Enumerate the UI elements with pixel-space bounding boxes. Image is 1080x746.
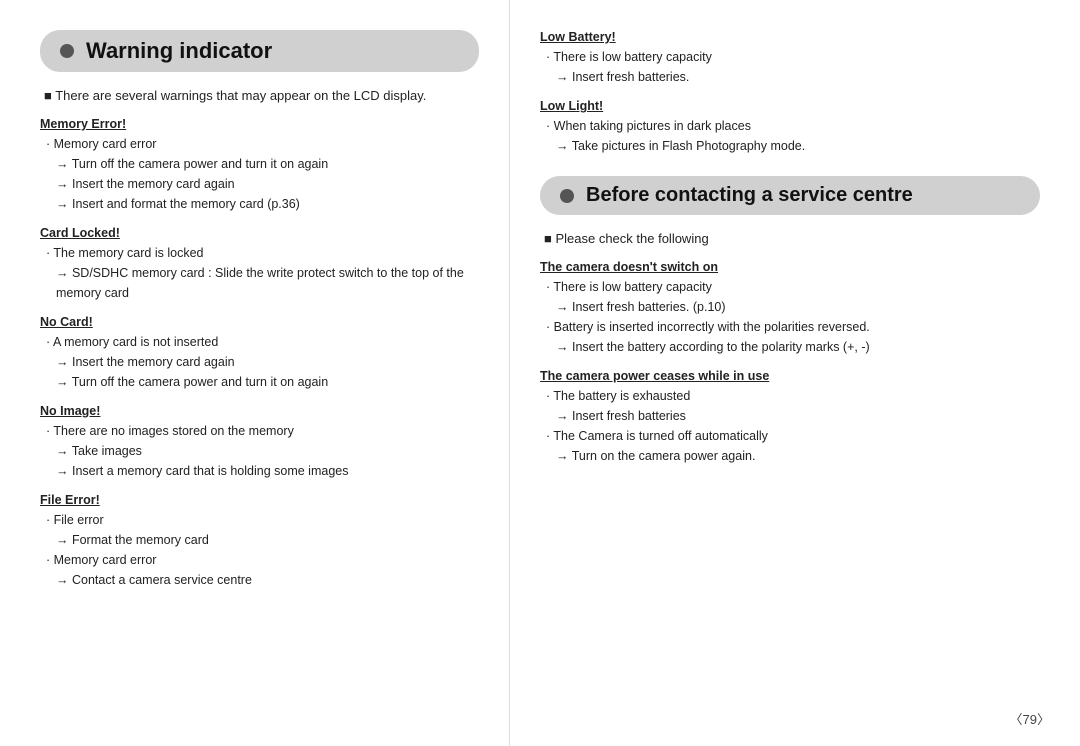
error-item: → Insert fresh batteries. (p.10) xyxy=(540,297,1040,317)
error-title: The camera doesn't switch on xyxy=(540,260,1040,274)
error-item: → Insert and format the memory card (p.3… xyxy=(40,194,479,214)
error-block: No Image! There are no images stored on t… xyxy=(40,404,479,481)
error-item: → Take pictures in Flash Photography mod… xyxy=(540,136,1040,156)
error-item: There is low battery capacity xyxy=(540,47,1040,67)
error-block: The camera power ceases while in use The … xyxy=(540,369,1040,466)
error-title: Card Locked! xyxy=(40,226,479,240)
error-item: → Turn on the camera power again. xyxy=(540,446,1040,466)
error-title: Low Battery! xyxy=(540,30,1040,44)
error-block: Card Locked! The memory card is locked→ S… xyxy=(40,226,479,303)
error-item: → Insert the memory card again xyxy=(40,174,479,194)
error-item: File error xyxy=(40,510,479,530)
error-item: → Contact a camera service centre xyxy=(40,570,479,590)
right-column: Low Battery! There is low battery capacit… xyxy=(510,0,1080,746)
service-header-dot xyxy=(560,189,574,203)
page-number: 〈79〉 xyxy=(1010,709,1050,728)
error-item: The memory card is locked xyxy=(40,243,479,263)
error-item: The battery is exhausted xyxy=(540,386,1040,406)
warning-title: Warning indicator xyxy=(86,38,272,64)
service-title: Before contacting a service centre xyxy=(586,184,913,207)
error-title: File Error! xyxy=(40,493,479,507)
warning-blocks: Memory Error!Memory card error→ Turn off… xyxy=(40,117,479,590)
error-block: The camera doesn't switch on There is low… xyxy=(540,260,1040,357)
error-item: → Format the memory card xyxy=(40,530,479,550)
warning-header: Warning indicator xyxy=(40,30,479,72)
error-block: Low Battery! There is low battery capacit… xyxy=(540,30,1040,87)
error-item: → Insert the battery according to the po… xyxy=(540,337,1040,357)
error-title: No Card! xyxy=(40,315,479,329)
error-item: Memory card error xyxy=(40,550,479,570)
left-column: Warning indicator There are several warn… xyxy=(0,0,510,746)
error-item: → Insert fresh batteries. xyxy=(540,67,1040,87)
error-item: → Insert the memory card again xyxy=(40,352,479,372)
error-block: File Error! File error→ Format the memory… xyxy=(40,493,479,590)
error-item: → Insert a memory card that is holding s… xyxy=(40,461,479,481)
error-block: Low Light! When taking pictures in dark p… xyxy=(540,99,1040,156)
error-block: Memory Error! Memory card error→ Turn off… xyxy=(40,117,479,214)
error-item: There is low battery capacity xyxy=(540,277,1040,297)
service-header: Before contacting a service centre xyxy=(540,176,1040,215)
error-title: No Image! xyxy=(40,404,479,418)
error-item: When taking pictures in dark places xyxy=(540,116,1040,136)
error-item: The Camera is turned off automatically xyxy=(540,426,1040,446)
error-item: → Insert fresh batteries xyxy=(540,406,1040,426)
right-top-blocks: Low Battery! There is low battery capacit… xyxy=(540,30,1040,156)
error-item: → Turn off the camera power and turn it … xyxy=(40,154,479,174)
error-title: Memory Error! xyxy=(40,117,479,131)
error-title: The camera power ceases while in use xyxy=(540,369,1040,383)
error-item: → Turn off the camera power and turn it … xyxy=(40,372,479,392)
warning-intro: There are several warnings that may appe… xyxy=(40,88,479,103)
error-title: Low Light! xyxy=(540,99,1040,113)
error-item: A memory card is not inserted xyxy=(40,332,479,352)
error-block: No Card! A memory card is not inserted→ I… xyxy=(40,315,479,392)
page: Warning indicator There are several warn… xyxy=(0,0,1080,746)
error-item: → SD/SDHC memory card : Slide the write … xyxy=(40,263,479,303)
error-item: Memory card error xyxy=(40,134,479,154)
service-blocks: The camera doesn't switch on There is low… xyxy=(540,260,1040,466)
header-dot xyxy=(60,44,74,58)
error-item: There are no images stored on the memory xyxy=(40,421,479,441)
error-item: Battery is inserted incorrectly with the… xyxy=(540,317,1040,337)
error-item: → Take images xyxy=(40,441,479,461)
service-intro: Please check the following xyxy=(540,231,1040,246)
